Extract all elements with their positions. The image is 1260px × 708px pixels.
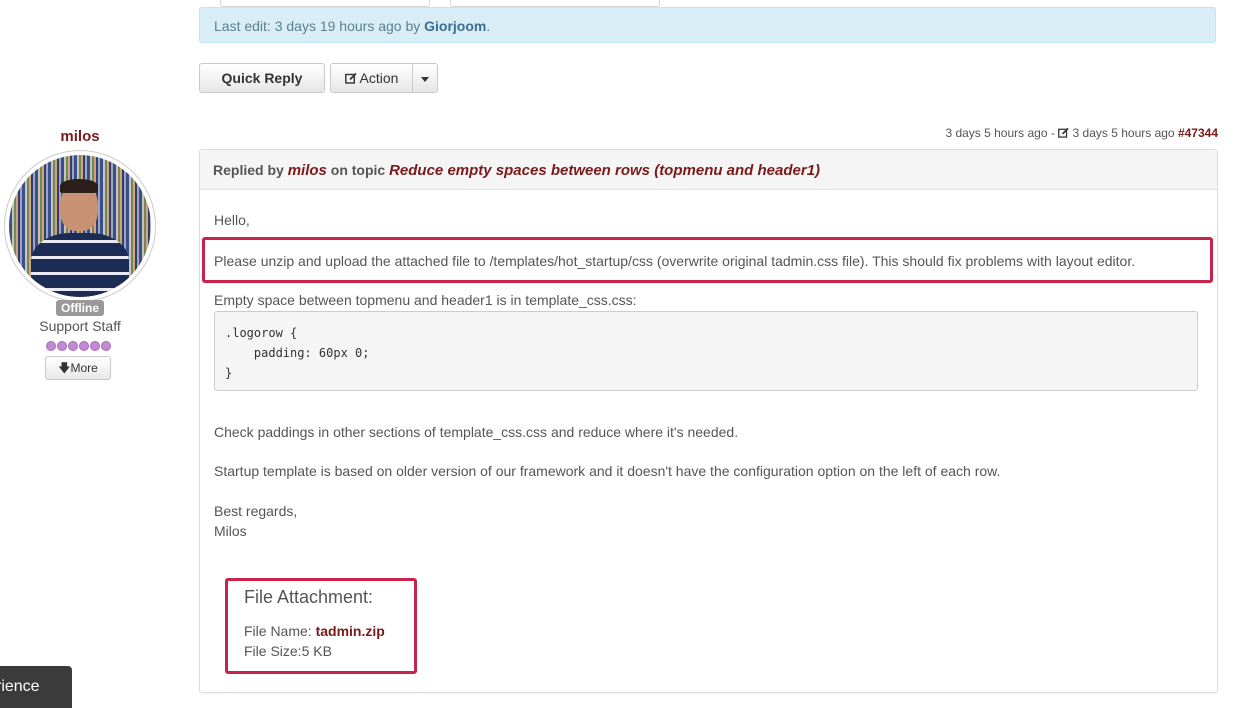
rank-star-icon [57, 341, 67, 351]
attachment-download-link[interactable]: tadmin.zip [316, 623, 385, 639]
top-control-fragment-mid [450, 0, 660, 7]
user-role: Support Staff [39, 318, 121, 334]
post-regards: Best regards, [214, 503, 298, 519]
post-meta: 3 days 5 hours ago - 3 days 5 hours ago … [945, 126, 1218, 140]
post-framework-note: Startup template is based on older versi… [214, 463, 1001, 479]
post-header: Replied by milos on topic Reduce empty s… [200, 150, 1217, 190]
attachment-file-size: File Size:5 KB [244, 643, 332, 659]
quick-reply-button[interactable]: Quick Reply [199, 63, 325, 93]
post-signature: Milos [214, 523, 247, 539]
avatar[interactable] [9, 155, 151, 297]
top-control-fragment-left [220, 0, 430, 7]
attachment-file-name: File Name: tadmin.zip [244, 623, 385, 639]
arrow-down-icon: 🡇 [58, 361, 71, 375]
last-edit-notice: Last edit: 3 days 19 hours ago by Giorjo… [199, 7, 1216, 43]
rank-star-icon [68, 341, 78, 351]
attachment-title: File Attachment: [244, 587, 374, 607]
post-greeting: Hello, [214, 212, 250, 228]
post-space-note: Empty space between topmenu and header1 … [214, 292, 637, 308]
cookie-notice-text: rience [0, 678, 40, 695]
attachment-size-label: File Size: [244, 643, 302, 659]
cookie-notice-bar[interactable]: rience [0, 666, 72, 708]
action-dropdown-toggle[interactable] [412, 63, 438, 93]
post-edited-time: 3 days 5 hours ago [1072, 126, 1175, 140]
action-label: Action [359, 70, 399, 86]
last-edit-suffix: . [486, 18, 491, 34]
rank-stars [46, 341, 114, 353]
post-id-link[interactable]: #47344 [1178, 126, 1218, 140]
post-instruction: Please unzip and upload the attached fil… [214, 253, 1136, 269]
post-paddings-note: Check paddings in other sections of temp… [214, 424, 739, 440]
user-name[interactable]: milos [0, 128, 160, 145]
post-meta-separator: - [1047, 126, 1059, 140]
rank-star-icon [46, 341, 56, 351]
caret-down-icon [421, 76, 429, 82]
rank-star-icon [90, 341, 100, 351]
top-control-fragment-right [1096, 0, 1216, 6]
edit-icon [1058, 127, 1069, 138]
quick-reply-label: Quick Reply [221, 70, 303, 86]
post-created-time: 3 days 5 hours ago [945, 126, 1048, 140]
more-label: More [70, 361, 98, 375]
action-button[interactable]: Action [330, 63, 413, 93]
topic-link[interactable]: Reduce empty spaces between rows (topmen… [389, 162, 820, 179]
status-badge: Offline [56, 300, 104, 316]
rank-star-icon [79, 341, 89, 351]
rank-star-icon [101, 341, 111, 351]
edit-icon [344, 65, 357, 84]
more-button[interactable]: 🡇More [45, 356, 111, 380]
post-header-prefix: Replied by [213, 162, 288, 178]
attachment-size-value: 5 KB [301, 643, 332, 659]
last-edit-prefix: Last edit: 3 days 19 hours ago by [214, 18, 425, 34]
post-header-mid: on topic [326, 162, 390, 178]
code-block: .logorow { padding: 60px 0; } [214, 311, 1198, 391]
post-author-link[interactable]: milos [288, 162, 327, 179]
last-edit-editor-link[interactable]: Giorjoom [424, 18, 486, 34]
attachment-name-label: File Name: [244, 623, 316, 639]
